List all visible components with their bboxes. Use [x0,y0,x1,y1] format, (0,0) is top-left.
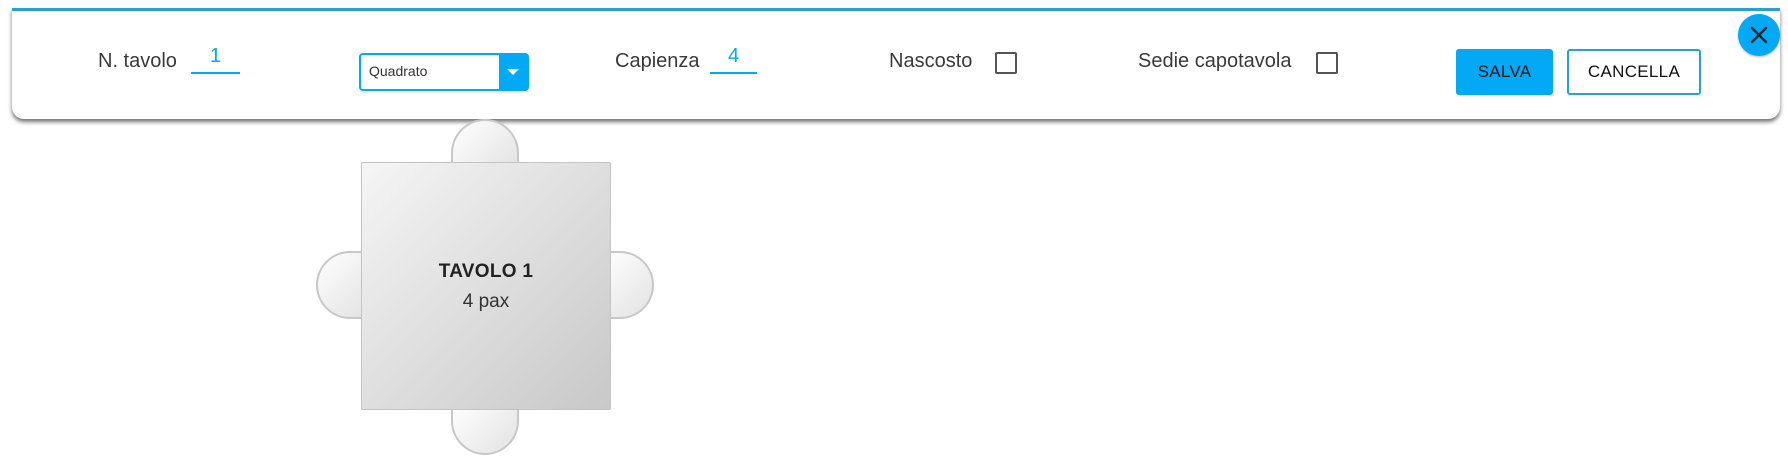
hidden-checkbox[interactable] [995,52,1017,74]
head-chairs-label: Sedie capotavola [1138,50,1292,72]
capacity-input[interactable] [710,46,757,74]
table-name: TAVOLO 1 [438,261,534,282]
save-button[interactable]: SALVA [1456,49,1553,95]
shape-select-value: Quadrato [369,63,428,79]
table-edit-toolbar: N. tavolo Quadrato Capienza Nascosto Sed… [12,8,1780,119]
capacity-label: Capienza [615,50,700,72]
cancel-button[interactable]: CANCELLA [1567,49,1701,95]
table-square[interactable]: TAVOLO 1 4 pax [361,162,611,410]
close-icon [1750,26,1768,44]
close-button[interactable] [1738,14,1780,56]
table-number-label: N. tavolo [98,50,177,72]
table-number-input[interactable] [191,46,240,74]
table-pax: 4 pax [462,291,510,312]
chair-bottom [451,403,519,455]
head-chairs-checkbox[interactable] [1316,52,1338,74]
shape-select[interactable]: Quadrato [359,53,529,91]
chevron-down-icon[interactable] [499,55,527,89]
hidden-label: Nascosto [889,50,973,72]
